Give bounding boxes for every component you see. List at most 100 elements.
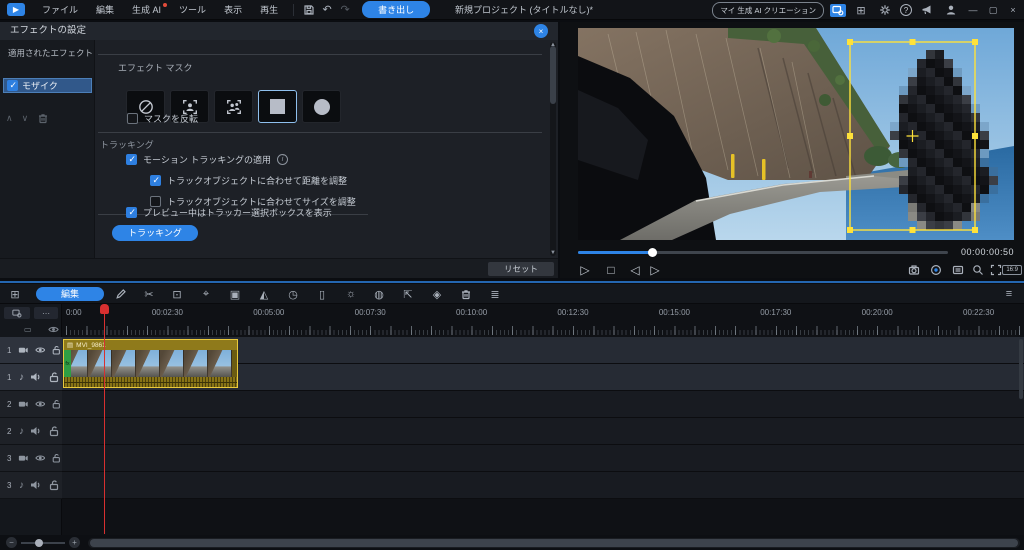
more-tracks-button[interactable]: ⋯ [34,307,58,319]
reset-button[interactable]: リセット [488,262,554,276]
undo-icon[interactable]: ↶ [318,2,336,18]
master-track-icon[interactable]: ▭ [24,325,32,334]
show-tracker-box-checkbox[interactable] [126,207,137,218]
enhance-icon[interactable]: ☼ [342,287,360,301]
redo-icon[interactable]: ↷ [336,2,354,18]
layout-icon[interactable]: ⊞ [852,2,870,18]
track-manager-icon[interactable]: ≡ [1000,287,1018,301]
track-settings-button[interactable] [4,307,30,319]
settings-scrollbar-thumb[interactable] [550,46,556,104]
clip-notes-icon[interactable]: ≣ [486,287,504,301]
stabilizer-icon[interactable]: ▯ [313,287,331,301]
scroll-down-icon[interactable]: ▼ [550,250,556,256]
video-preview[interactable] [578,28,1014,240]
info-icon[interactable]: i [277,154,288,165]
duplicate-icon[interactable]: ▣ [226,287,244,301]
maximize-button[interactable]: ▢ [986,5,1000,16]
save-icon[interactable] [300,2,318,18]
video-clip[interactable]: ▤ MVI_9861 fx [63,339,238,388]
adjust-distance-option[interactable]: トラックオブジェクトに合わせて距離を調整 [150,174,347,187]
flip-icon[interactable]: ◭ [255,287,273,301]
menu-play[interactable]: 再生 [251,0,287,20]
help-icon[interactable]: ? [900,4,912,16]
edit-mode-button[interactable]: 編集 [36,287,104,301]
eye-icon[interactable] [35,344,46,356]
stop-button[interactable]: □ [602,262,620,278]
lock-icon[interactable] [48,371,60,383]
menu-tools[interactable]: ツール [170,0,215,20]
motion-tracking-option[interactable]: モーション トラッキングの適用 i [126,153,288,166]
preview-quality-icon[interactable] [950,263,966,277]
track-header-audio-2[interactable]: 2♪ [0,418,62,445]
mask-multi-face-button[interactable] [214,90,253,123]
lock-icon[interactable] [48,425,60,437]
lock-icon[interactable] [51,398,62,410]
horizontal-scrollbar-thumb[interactable] [90,539,1018,547]
timeline-ruler[interactable]: 0:0000:02:3000:05:0000:07:3000:10:0000:1… [62,304,1024,337]
zoom-in-button[interactable]: + [69,537,80,548]
effect-enabled-checkbox[interactable] [7,80,18,91]
playhead-line[interactable] [104,306,105,534]
playhead-marker[interactable] [100,304,109,314]
track-header-audio-1[interactable]: 1♪ [0,364,62,391]
design-tool-icon[interactable] [112,287,130,301]
master-eye-icon[interactable] [48,324,59,335]
lock-icon[interactable] [48,479,60,491]
split-icon[interactable]: ✂ [140,287,158,301]
speaker-icon[interactable] [30,371,42,383]
lane-audio-2[interactable] [62,418,1024,445]
announcements-icon[interactable] [918,2,936,18]
my-ai-creations-button[interactable]: マイ 生成 AI クリエーション [712,2,824,19]
menu-file[interactable]: ファイル [33,0,87,20]
lock-icon[interactable] [51,452,62,464]
previous-frame-button[interactable]: ◁ [626,262,644,278]
motion-tracking-checkbox[interactable] [126,154,137,165]
mask-square-button[interactable] [258,90,297,123]
lane-audio-3[interactable] [62,472,1024,499]
snapshot-camera-icon[interactable] [906,263,922,277]
lock-icon[interactable] [51,344,62,356]
adjust-distance-checkbox[interactable] [150,175,161,186]
move-down-icon[interactable]: ∨ [22,113,29,124]
effect-item-mosaic[interactable]: モザイク [3,78,92,93]
crop-rotate-icon[interactable]: ⊡ [168,287,186,301]
seek-bar[interactable] [578,251,948,254]
seek-thumb[interactable] [648,248,657,257]
media-room-icon[interactable] [830,4,846,17]
keyframe-icon[interactable]: ◈ [428,287,446,301]
settings-gear-icon[interactable] [876,2,894,18]
timeline-lanes[interactable]: ▤ MVI_9861 fx [62,337,1024,499]
next-frame-button[interactable]: ▷ [646,262,664,278]
lane-video-2[interactable] [62,391,1024,418]
menu-generative-ai[interactable]: 生成 AI [123,0,170,20]
lane-video-3[interactable] [62,445,1024,472]
range-select-icon[interactable]: ⊞ [6,287,24,301]
zoom-preview-icon[interactable] [970,263,986,277]
minimize-button[interactable]: — [966,5,980,15]
account-icon[interactable] [942,2,960,18]
show-tracker-box-option[interactable]: プレビュー中はトラッカー選択ボックスを表示 [126,206,332,219]
zoom-slider-thumb[interactable] [35,539,43,547]
menu-edit[interactable]: 編集 [87,0,123,20]
scroll-up-icon[interactable]: ▲ [550,42,556,48]
speaker-icon[interactable] [30,479,42,491]
play-button[interactable]: ▷ [576,262,594,278]
tracking-button[interactable]: トラッキング [112,225,198,241]
render-preview-icon[interactable] [928,263,944,277]
eye-icon[interactable] [35,452,46,464]
produce-range-icon[interactable]: ⇱ [399,287,417,301]
denoise-icon[interactable]: ◍ [370,287,388,301]
invert-mask-option[interactable]: マスクを反転 [127,112,198,125]
track-header-video-2[interactable]: 2 [0,391,62,418]
speaker-icon[interactable] [30,425,42,437]
mask-circle-button[interactable] [302,90,341,123]
track-header-video-3[interactable]: 3 [0,445,62,472]
move-up-icon[interactable]: ∧ [6,113,13,124]
delete-icon[interactable] [457,287,475,301]
invert-mask-checkbox[interactable] [127,113,138,124]
zoom-out-button[interactable]: − [6,537,17,548]
app-logo-icon[interactable]: ▶ [7,3,25,16]
track-header-video-1[interactable]: 1 [0,337,62,364]
panel-close-button[interactable]: × [534,24,548,38]
motion-track-icon[interactable]: ⌖ [197,287,215,301]
